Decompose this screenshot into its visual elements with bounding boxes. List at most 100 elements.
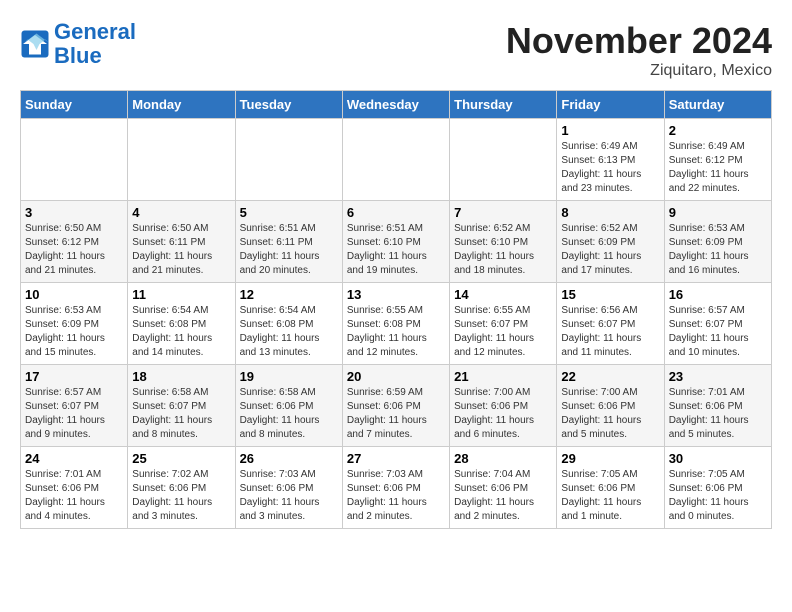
day-info: Sunrise: 6:51 AMSunset: 6:11 PMDaylight:… <box>240 222 338 278</box>
logo-icon <box>20 29 50 59</box>
week-row-0: 1 Sunrise: 6:49 AMSunset: 6:13 PMDaylight… <box>21 119 772 201</box>
day-info: Sunrise: 6:58 AMSunset: 6:07 PMDaylight:… <box>132 386 230 442</box>
day-info: Sunrise: 6:50 AMSunset: 6:12 PMDaylight:… <box>25 222 123 278</box>
week-row-3: 17Sunrise: 6:57 AMSunset: 6:07 PMDayligh… <box>21 365 772 447</box>
location: Ziquitaro, Mexico <box>506 62 772 80</box>
day-number: 12 <box>240 287 338 302</box>
day-info: Sunrise: 7:03 AMSunset: 6:06 PMDaylight:… <box>240 468 338 524</box>
day-number: 15 <box>561 287 659 302</box>
day-info: Sunrise: 6:52 AMSunset: 6:10 PMDaylight:… <box>454 222 552 278</box>
day-cell: 17Sunrise: 6:57 AMSunset: 6:07 PMDayligh… <box>21 365 128 447</box>
day-cell: 3 Sunrise: 6:50 AMSunset: 6:12 PMDaylight… <box>21 201 128 283</box>
day-number: 27 <box>347 451 445 466</box>
day-number: 21 <box>454 369 552 384</box>
day-info: Sunrise: 6:54 AMSunset: 6:08 PMDaylight:… <box>132 304 230 360</box>
day-info: Sunrise: 7:01 AMSunset: 6:06 PMDaylight:… <box>669 386 767 442</box>
day-info: Sunrise: 6:52 AMSunset: 6:09 PMDaylight:… <box>561 222 659 278</box>
day-number: 5 <box>240 205 338 220</box>
logo-line1: General <box>54 19 136 44</box>
day-number: 23 <box>669 369 767 384</box>
page-header: General Blue November 2024 Ziquitaro, Me… <box>20 20 772 80</box>
day-info: Sunrise: 6:57 AMSunset: 6:07 PMDaylight:… <box>669 304 767 360</box>
day-cell: 5 Sunrise: 6:51 AMSunset: 6:11 PMDaylight… <box>235 201 342 283</box>
month-title: November 2024 <box>506 20 772 62</box>
title-block: November 2024 Ziquitaro, Mexico <box>506 20 772 80</box>
day-info: Sunrise: 7:00 AMSunset: 6:06 PMDaylight:… <box>454 386 552 442</box>
day-number: 6 <box>347 205 445 220</box>
day-cell: 26 Sunrise: 7:03 AMSunset: 6:06 PMDayligh… <box>235 447 342 529</box>
day-number: 8 <box>561 205 659 220</box>
day-cell: 24Sunrise: 7:01 AMSunset: 6:06 PMDayligh… <box>21 447 128 529</box>
day-info: Sunrise: 6:59 AMSunset: 6:06 PMDaylight:… <box>347 386 445 442</box>
day-number: 20 <box>347 369 445 384</box>
day-cell: 1 Sunrise: 6:49 AMSunset: 6:13 PMDaylight… <box>557 119 664 201</box>
day-cell <box>21 119 128 201</box>
day-cell <box>450 119 557 201</box>
day-number: 25 <box>132 451 230 466</box>
day-cell: 20 Sunrise: 6:59 AMSunset: 6:06 PMDayligh… <box>342 365 449 447</box>
day-cell: 7 Sunrise: 6:52 AMSunset: 6:10 PMDaylight… <box>450 201 557 283</box>
day-info: Sunrise: 6:53 AMSunset: 6:09 PMDaylight:… <box>25 304 123 360</box>
week-row-2: 10 Sunrise: 6:53 AMSunset: 6:09 PMDayligh… <box>21 283 772 365</box>
day-cell: 18Sunrise: 6:58 AMSunset: 6:07 PMDayligh… <box>128 365 235 447</box>
header-thursday: Thursday <box>450 91 557 119</box>
calendar-header-row: SundayMondayTuesdayWednesdayThursdayFrid… <box>21 91 772 119</box>
header-saturday: Saturday <box>664 91 771 119</box>
header-wednesday: Wednesday <box>342 91 449 119</box>
day-number: 22 <box>561 369 659 384</box>
day-info: Sunrise: 7:00 AMSunset: 6:06 PMDaylight:… <box>561 386 659 442</box>
day-info: Sunrise: 7:05 AMSunset: 6:06 PMDaylight:… <box>561 468 659 524</box>
day-cell <box>342 119 449 201</box>
day-cell: 6 Sunrise: 6:51 AMSunset: 6:10 PMDaylight… <box>342 201 449 283</box>
day-number: 28 <box>454 451 552 466</box>
day-number: 3 <box>25 205 123 220</box>
day-info: Sunrise: 6:49 AMSunset: 6:13 PMDaylight:… <box>561 140 659 196</box>
day-cell: 25 Sunrise: 7:02 AMSunset: 6:06 PMDayligh… <box>128 447 235 529</box>
day-cell: 16 Sunrise: 6:57 AMSunset: 6:07 PMDayligh… <box>664 283 771 365</box>
day-number: 29 <box>561 451 659 466</box>
header-monday: Monday <box>128 91 235 119</box>
day-cell: 8 Sunrise: 6:52 AMSunset: 6:09 PMDaylight… <box>557 201 664 283</box>
day-number: 4 <box>132 205 230 220</box>
day-cell: 22 Sunrise: 7:00 AMSunset: 6:06 PMDayligh… <box>557 365 664 447</box>
day-info: Sunrise: 6:55 AMSunset: 6:07 PMDaylight:… <box>454 304 552 360</box>
logo: General Blue <box>20 20 136 68</box>
day-number: 19 <box>240 369 338 384</box>
day-cell: 13Sunrise: 6:55 AMSunset: 6:08 PMDayligh… <box>342 283 449 365</box>
day-info: Sunrise: 7:02 AMSunset: 6:06 PMDaylight:… <box>132 468 230 524</box>
week-row-4: 24Sunrise: 7:01 AMSunset: 6:06 PMDayligh… <box>21 447 772 529</box>
day-cell: 30Sunrise: 7:05 AMSunset: 6:06 PMDayligh… <box>664 447 771 529</box>
day-number: 1 <box>561 123 659 138</box>
day-cell: 2 Sunrise: 6:49 AMSunset: 6:12 PMDaylight… <box>664 119 771 201</box>
logo-text: General Blue <box>54 20 136 68</box>
day-number: 2 <box>669 123 767 138</box>
day-number: 26 <box>240 451 338 466</box>
day-number: 11 <box>132 287 230 302</box>
day-number: 7 <box>454 205 552 220</box>
day-number: 13 <box>347 287 445 302</box>
day-info: Sunrise: 6:54 AMSunset: 6:08 PMDaylight:… <box>240 304 338 360</box>
day-cell: 15 Sunrise: 6:56 AMSunset: 6:07 PMDayligh… <box>557 283 664 365</box>
day-info: Sunrise: 6:51 AMSunset: 6:10 PMDaylight:… <box>347 222 445 278</box>
day-cell: 27Sunrise: 7:03 AMSunset: 6:06 PMDayligh… <box>342 447 449 529</box>
day-number: 9 <box>669 205 767 220</box>
day-cell: 23 Sunrise: 7:01 AMSunset: 6:06 PMDayligh… <box>664 365 771 447</box>
day-cell: 14 Sunrise: 6:55 AMSunset: 6:07 PMDayligh… <box>450 283 557 365</box>
day-cell <box>235 119 342 201</box>
day-info: Sunrise: 6:49 AMSunset: 6:12 PMDaylight:… <box>669 140 767 196</box>
day-info: Sunrise: 6:58 AMSunset: 6:06 PMDaylight:… <box>240 386 338 442</box>
day-info: Sunrise: 7:05 AMSunset: 6:06 PMDaylight:… <box>669 468 767 524</box>
day-info: Sunrise: 6:50 AMSunset: 6:11 PMDaylight:… <box>132 222 230 278</box>
day-cell: 28Sunrise: 7:04 AMSunset: 6:06 PMDayligh… <box>450 447 557 529</box>
header-friday: Friday <box>557 91 664 119</box>
day-number: 10 <box>25 287 123 302</box>
day-number: 14 <box>454 287 552 302</box>
header-tuesday: Tuesday <box>235 91 342 119</box>
day-number: 16 <box>669 287 767 302</box>
day-info: Sunrise: 6:56 AMSunset: 6:07 PMDaylight:… <box>561 304 659 360</box>
day-cell: 21 Sunrise: 7:00 AMSunset: 6:06 PMDayligh… <box>450 365 557 447</box>
logo-line2: Blue <box>54 43 102 68</box>
day-cell: 4 Sunrise: 6:50 AMSunset: 6:11 PMDaylight… <box>128 201 235 283</box>
week-row-1: 3 Sunrise: 6:50 AMSunset: 6:12 PMDaylight… <box>21 201 772 283</box>
day-cell: 12 Sunrise: 6:54 AMSunset: 6:08 PMDayligh… <box>235 283 342 365</box>
